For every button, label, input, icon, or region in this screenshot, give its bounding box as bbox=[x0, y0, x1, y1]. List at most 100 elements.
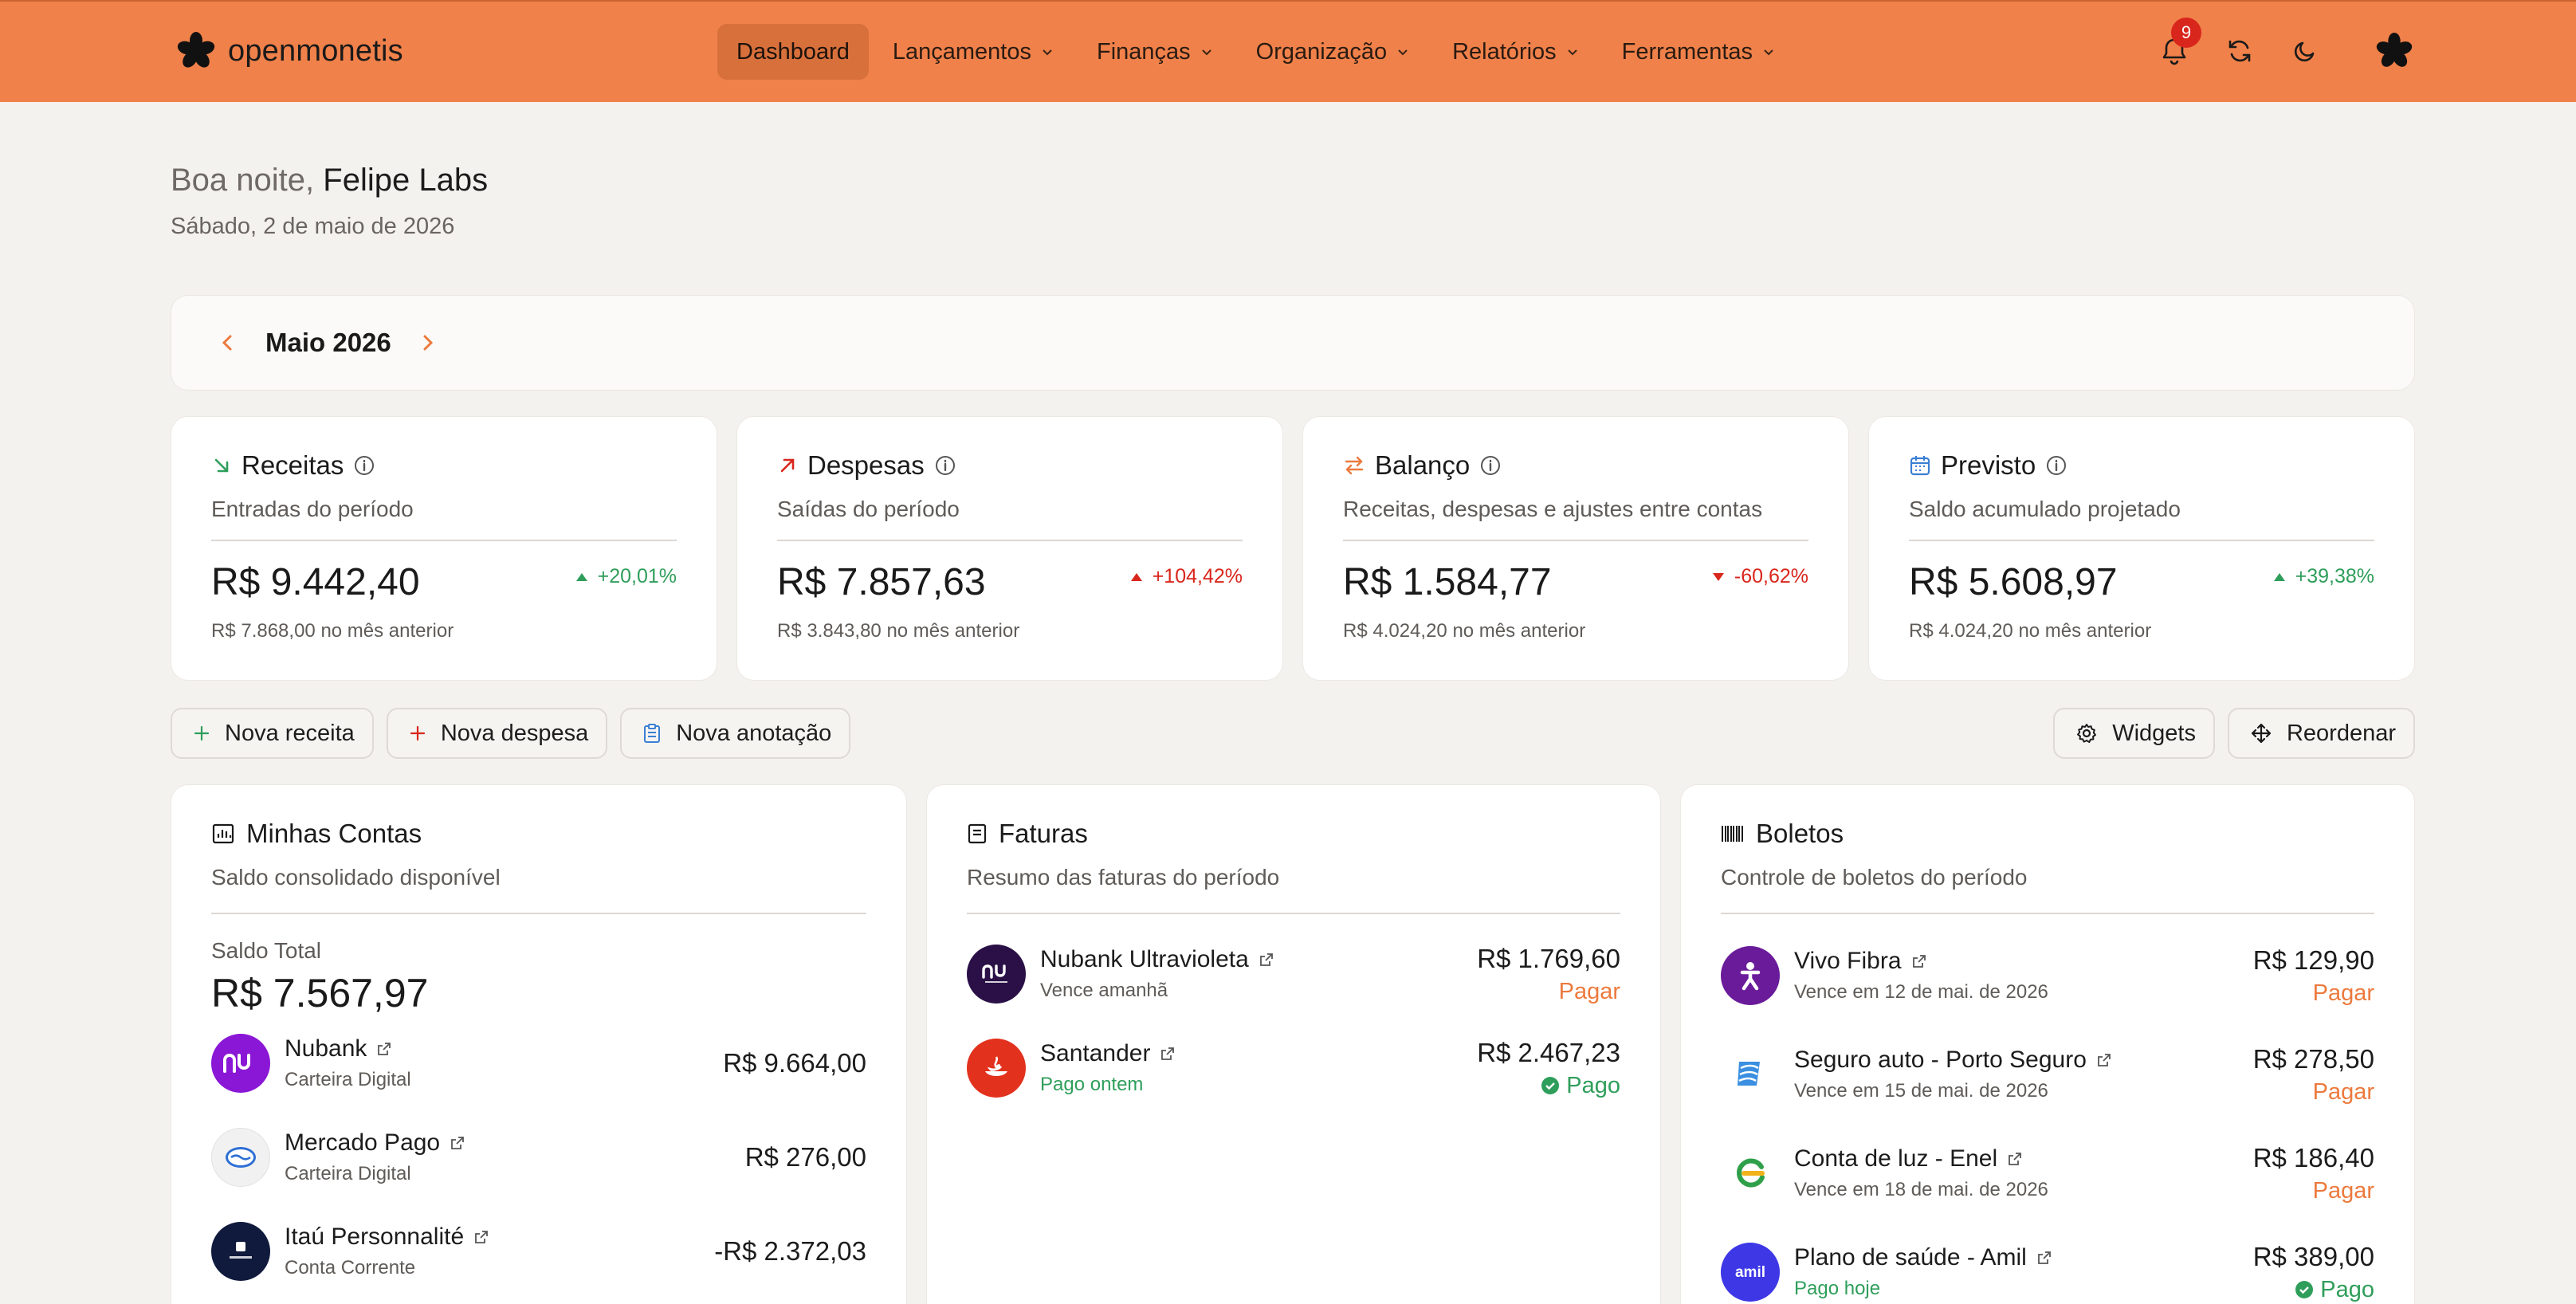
bill-amount: R$ 129,90 bbox=[2252, 945, 2374, 975]
calendar-icon bbox=[1910, 456, 1930, 476]
top-right-icons: 9 bbox=[2155, 18, 2413, 73]
pay-button[interactable]: Pagar bbox=[2253, 1079, 2374, 1106]
santander-logo-icon bbox=[967, 1039, 1026, 1098]
invoice-row-nubank[interactable]: Nubank Ultravioleta Vence amanhã R$ 1.76… bbox=[967, 944, 1620, 1005]
invoice-row-santander[interactable]: Santander Pago ontem R$ 2.467,23 Pago bbox=[967, 1038, 1620, 1099]
invoice-name: Nubank Ultravioleta bbox=[1040, 946, 1249, 972]
external-link-icon[interactable] bbox=[2096, 1052, 2112, 1068]
arrow-down-right-icon bbox=[214, 458, 229, 473]
external-link-icon[interactable] bbox=[1160, 1046, 1176, 1062]
user-avatar[interactable] bbox=[2375, 29, 2413, 73]
pay-button[interactable]: Pagar bbox=[1477, 979, 1620, 1005]
app-logo[interactable]: openmonetis bbox=[175, 30, 403, 72]
chevron-down-icon bbox=[1201, 49, 1211, 56]
logo-asterisk-icon bbox=[175, 30, 217, 72]
account-name: Nubank bbox=[285, 1035, 367, 1062]
stat-subtitle: Saldo acumulado projetado bbox=[1909, 497, 2374, 541]
stat-title: Despesas bbox=[807, 450, 925, 480]
nav-lancamentos[interactable]: Lançamentos bbox=[874, 24, 1073, 80]
triangle-up-icon bbox=[1130, 572, 1142, 581]
card-title: Faturas bbox=[999, 819, 1088, 848]
account-type: Carteira Digital bbox=[285, 1163, 411, 1184]
new-income-button[interactable]: Nova receita bbox=[171, 708, 374, 759]
info-icon[interactable] bbox=[2045, 454, 2067, 477]
card-subtitle: Controle de boletos do período bbox=[1721, 865, 2374, 914]
external-link-icon[interactable] bbox=[2007, 1151, 2023, 1167]
plus-icon bbox=[410, 725, 425, 741]
nav-label: Relatórios bbox=[1452, 38, 1557, 65]
triangle-down-icon bbox=[1712, 572, 1724, 581]
pay-button[interactable]: Pagar bbox=[2253, 980, 2374, 1007]
reorder-button[interactable]: Reordenar bbox=[2227, 708, 2415, 759]
external-link-icon[interactable] bbox=[2036, 1250, 2052, 1266]
account-row-itau[interactable]: Itaú Personnalité Conta Corrente -R$ 2.3… bbox=[211, 1222, 866, 1281]
theme-toggle-button[interactable] bbox=[2286, 29, 2324, 73]
triangle-up-icon bbox=[575, 572, 587, 581]
bill-row-porto-seguro[interactable]: Seguro auto - Porto Seguro Vence em 15 d… bbox=[1721, 1043, 2374, 1106]
external-link-icon[interactable] bbox=[376, 1041, 392, 1057]
card-title: Boletos bbox=[1756, 819, 1844, 848]
new-expense-button[interactable]: Nova despesa bbox=[386, 708, 608, 759]
button-label: Widgets bbox=[2112, 720, 2196, 746]
external-link-icon[interactable] bbox=[1911, 953, 1927, 969]
current-date: Sábado, 2 de maio de 2026 bbox=[171, 214, 455, 239]
external-link-icon[interactable] bbox=[450, 1135, 465, 1151]
info-icon[interactable] bbox=[934, 454, 956, 477]
nav-organizacao[interactable]: Organização bbox=[1237, 24, 1428, 80]
invoice-name: Santander bbox=[1040, 1040, 1151, 1066]
greeting: Boa noite, Felipe Labs bbox=[171, 163, 488, 198]
bill-row-vivo[interactable]: Vivo Fibra Vence em 12 de mai. de 2026 R… bbox=[1721, 945, 2374, 1007]
paid-status: Pago bbox=[1477, 1073, 1620, 1099]
stat-delta: +20,01% bbox=[575, 565, 677, 588]
widgets-button[interactable]: Widgets bbox=[2053, 708, 2215, 759]
summary-cards: Receitas Entradas do período R$ 9.442,40… bbox=[171, 416, 2415, 681]
info-icon[interactable] bbox=[1479, 454, 1502, 477]
account-type: Conta Corrente bbox=[285, 1257, 416, 1278]
nubank-ultravioleta-logo-icon bbox=[967, 945, 1026, 1004]
user-asterisk-icon bbox=[2376, 32, 2413, 67]
stat-delta-value: +20,01% bbox=[597, 565, 677, 587]
nubank-logo-icon bbox=[211, 1034, 270, 1093]
bill-name: Vivo Fibra bbox=[1794, 948, 1902, 974]
main-nav: Dashboard Lançamentos Finanças Organizaç… bbox=[717, 24, 1794, 80]
bill-due-date: Vence em 15 de mai. de 2026 bbox=[1794, 1080, 2048, 1102]
bill-amount: R$ 389,00 bbox=[2252, 1241, 2374, 1271]
nav-dashboard[interactable]: Dashboard bbox=[717, 24, 869, 80]
arrow-up-right-icon bbox=[780, 458, 795, 473]
vivo-logo-icon bbox=[1721, 946, 1780, 1005]
chevron-down-icon bbox=[1398, 49, 1408, 56]
nav-label: Lançamentos bbox=[892, 38, 1031, 65]
stat-subtitle: Receitas, despesas e ajustes entre conta… bbox=[1343, 497, 1808, 541]
chevron-down-icon bbox=[1764, 49, 1773, 56]
account-row-mercado-pago[interactable]: Mercado Pago Carteira Digital R$ 276,00 bbox=[211, 1128, 866, 1187]
account-balance: R$ 9.664,00 bbox=[723, 1048, 866, 1078]
stat-delta-value: +104,42% bbox=[1152, 565, 1243, 587]
sync-button[interactable] bbox=[2221, 29, 2259, 73]
bill-row-amil[interactable]: amil Plano de saúde - Amil Pago hoje R$ … bbox=[1721, 1241, 2374, 1302]
bill-amount: R$ 278,50 bbox=[2252, 1043, 2374, 1074]
period-selector: Maio 2026 bbox=[171, 295, 2415, 391]
next-month-button[interactable] bbox=[410, 325, 446, 360]
previous-month-button[interactable] bbox=[210, 325, 245, 360]
external-link-icon[interactable] bbox=[473, 1229, 489, 1245]
total-balance-label: Saldo Total bbox=[211, 938, 322, 963]
pay-button[interactable]: Pagar bbox=[2253, 1178, 2374, 1204]
nav-financas[interactable]: Finanças bbox=[1078, 24, 1232, 80]
enel-logo-icon bbox=[1721, 1144, 1780, 1203]
clipboard-icon bbox=[644, 724, 661, 743]
invoice-status: Pago ontem bbox=[1040, 1074, 1144, 1095]
account-type: Carteira Digital bbox=[285, 1069, 411, 1090]
notifications-button[interactable]: 9 bbox=[2155, 18, 2201, 73]
receipt-icon bbox=[968, 823, 987, 844]
bill-amount: R$ 186,40 bbox=[2252, 1142, 2374, 1172]
bill-row-enel[interactable]: Conta de luz - Enel Vence em 18 de mai. … bbox=[1721, 1142, 2374, 1204]
new-note-button[interactable]: Nova anotação bbox=[620, 708, 851, 759]
paid-label: Pago bbox=[1566, 1072, 1620, 1098]
nav-ferramentas[interactable]: Ferramentas bbox=[1603, 24, 1794, 80]
quick-actions: Nova receita Nova despesa Nova anotação bbox=[171, 708, 851, 759]
nav-relatorios[interactable]: Relatórios bbox=[1433, 24, 1598, 80]
external-link-icon[interactable] bbox=[1259, 952, 1274, 968]
swap-icon bbox=[1345, 456, 1364, 475]
account-row-nubank[interactable]: Nubank Carteira Digital R$ 9.664,00 bbox=[211, 1034, 866, 1093]
info-icon[interactable] bbox=[353, 454, 375, 477]
